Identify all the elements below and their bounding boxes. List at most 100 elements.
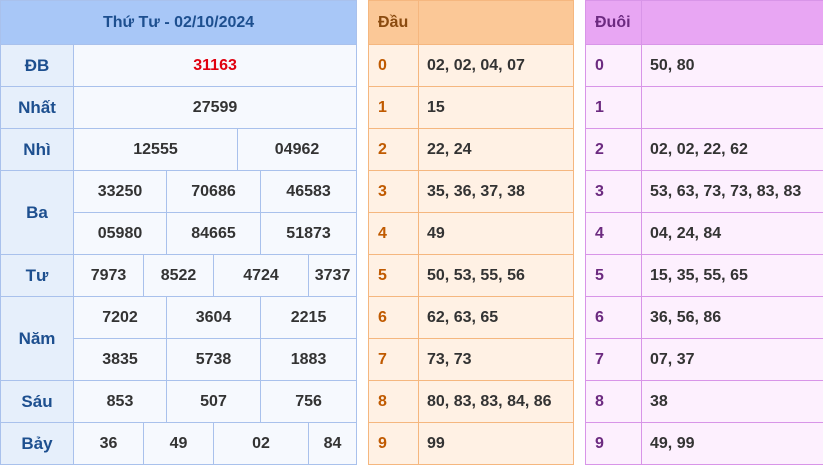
prize-value: 853 [73,380,167,423]
tail-digit: 6 [585,296,642,339]
head-row: 4 49 [368,212,574,255]
tail-digit: 8 [585,380,642,423]
prize-label: Bảy [0,422,74,465]
tail-values: 38 [641,380,823,423]
prize-value: 49 [143,422,214,465]
prize-row-tu: Tư 7973 8522 4724 3737 [0,254,358,297]
head-title: Đầu [368,0,419,45]
tail-values: 36, 56, 86 [641,296,823,339]
tail-row: 3 53, 63, 73, 73, 83, 83 [585,170,823,213]
results-title: Thứ Tư - 02/10/2024 [0,0,358,45]
prize-value: 507 [166,380,261,423]
tail-row: 9 49, 99 [585,422,823,465]
tail-digit: 5 [585,254,642,297]
head-values: 22, 24 [418,128,574,171]
head-row: 1 15 [368,86,574,129]
prize-value: 33250 [73,170,167,213]
tail-values: 02, 02, 22, 62 [641,128,823,171]
tail-row: 0 50, 80 [585,44,823,87]
prize-value: 27599 [72,86,358,129]
tail-row: 2 02, 02, 22, 62 [585,128,823,171]
prize-label: Tư [0,254,74,297]
prize-value: 02 [213,422,309,465]
tail-row: 8 38 [585,380,823,423]
head-table: Đầu 0 02, 02, 04, 07 1 15 2 22, 24 3 35, 36, 37… [368,0,574,465]
tail-values: 53, 63, 73, 73, 83, 83 [641,170,823,213]
tail-row: 5 15, 35, 55, 65 [585,254,823,297]
head-values: 49 [418,212,574,255]
head-row: 3 35, 36, 37, 38 [368,170,574,213]
prize-row-db: ĐB 31163 [0,44,358,87]
tail-digit: 1 [585,86,642,129]
prize-row-sau: Sáu 853 507 756 [0,380,358,423]
head-digit: 0 [368,44,419,87]
prize-value: 756 [259,380,358,423]
tail-row: 7 07, 37 [585,338,823,381]
prize-label: Năm [0,296,74,381]
head-values: 15 [418,86,574,129]
prize-value: 3604 [166,296,261,339]
head-row: 6 62, 63, 65 [368,296,574,339]
prize-value: 84 [307,422,358,465]
prize-row-ba: Ba 33250 70686 46583 [0,170,358,255]
tail-values [641,86,823,129]
tail-values: 04, 24, 84 [641,212,823,255]
head-values: 73, 73 [418,338,574,381]
head-digit: 8 [368,380,419,423]
tail-digit: 4 [585,212,642,255]
prize-label: Nhất [0,86,74,129]
tail-table: Đuôi 0 50, 80 1 2 02, 02, 22, 62 3 53, 63, 73,… [585,0,823,465]
tail-values: 49, 99 [641,422,823,465]
prize-value: 7973 [73,254,144,297]
prize-value: 12555 [73,128,238,171]
head-digit: 1 [368,86,419,129]
head-row: 2 22, 24 [368,128,574,171]
head-digit: 4 [368,212,419,255]
head-digit: 9 [368,422,419,465]
head-row: 5 50, 53, 55, 56 [368,254,574,297]
prize-value: 4724 [213,254,309,297]
head-values: 02, 02, 04, 07 [418,44,574,87]
head-row: 8 80, 83, 83, 84, 86 [368,380,574,423]
tail-digit: 3 [585,170,642,213]
prize-value: 70686 [166,170,261,213]
prize-label: Ba [0,170,74,255]
prize-value: 8522 [143,254,214,297]
head-row: 9 99 [368,422,574,465]
prize-row-nhi: Nhì 12555 04962 [0,128,358,171]
prize-value: 5738 [166,338,261,381]
tail-digit: 9 [585,422,642,465]
tail-digit: 0 [585,44,642,87]
tail-values: 50, 80 [641,44,823,87]
prize-label: Sáu [0,380,74,423]
prize-row-nam: Năm 7202 3604 2215 [0,296,358,381]
head-digit: 3 [368,170,419,213]
prize-value: 3835 [73,338,167,381]
head-values: 99 [418,422,574,465]
prize-value: 46583 [259,170,358,213]
head-digit: 6 [368,296,419,339]
head-digit: 5 [368,254,419,297]
prize-value: 31163 [72,44,358,87]
tail-values: 15, 35, 55, 65 [641,254,823,297]
tail-row: 1 [585,86,823,129]
prize-value: 2215 [259,296,358,339]
head-values: 80, 83, 83, 84, 86 [418,380,574,423]
tail-row: 4 04, 24, 84 [585,212,823,255]
head-digit: 2 [368,128,419,171]
prize-row-bay: Bảy 36 49 02 84 [0,422,358,465]
prize-value: 3737 [307,254,358,297]
head-row: 0 02, 02, 04, 07 [368,44,574,87]
head-values: 35, 36, 37, 38 [418,170,574,213]
prize-label: ĐB [0,44,74,87]
tail-digit: 2 [585,128,642,171]
head-row: 7 73, 73 [368,338,574,381]
prize-value: 04962 [236,128,358,171]
tail-title-blank [641,0,823,45]
prize-value: 51873 [259,212,358,255]
tail-values: 07, 37 [641,338,823,381]
head-title-blank [418,0,574,45]
prize-label: Nhì [0,128,74,171]
prize-row-nhat: Nhất 27599 [0,86,358,129]
prize-value: 1883 [259,338,358,381]
